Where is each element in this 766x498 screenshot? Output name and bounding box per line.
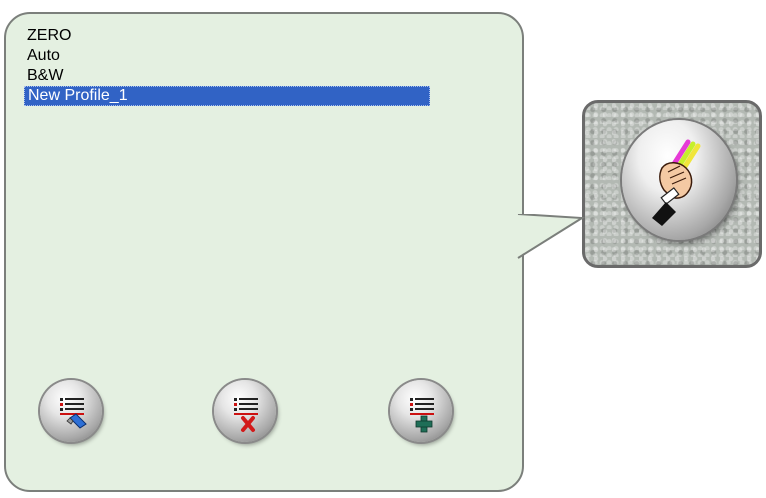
profile-manager: ZERO Auto B&W New Profile_1 bbox=[0, 0, 766, 498]
list-add-icon bbox=[410, 398, 434, 433]
profile-list[interactable]: ZERO Auto B&W New Profile_1 bbox=[24, 26, 434, 106]
profile-item[interactable]: B&W bbox=[24, 66, 434, 86]
list-delete-icon bbox=[234, 398, 258, 432]
list-pencil-icon bbox=[60, 398, 87, 429]
edit-profile-button[interactable] bbox=[40, 380, 102, 442]
profile-item[interactable]: Auto bbox=[24, 46, 434, 66]
profile-item-selected[interactable]: New Profile_1 bbox=[24, 86, 430, 106]
balloon-pointer bbox=[516, 214, 586, 259]
profile-item[interactable]: ZERO bbox=[24, 26, 434, 46]
delete-profile-button[interactable] bbox=[214, 380, 276, 442]
hand-marker-button[interactable] bbox=[622, 120, 736, 240]
hand-marker-icon bbox=[652, 139, 701, 226]
add-profile-button[interactable] bbox=[390, 380, 452, 442]
